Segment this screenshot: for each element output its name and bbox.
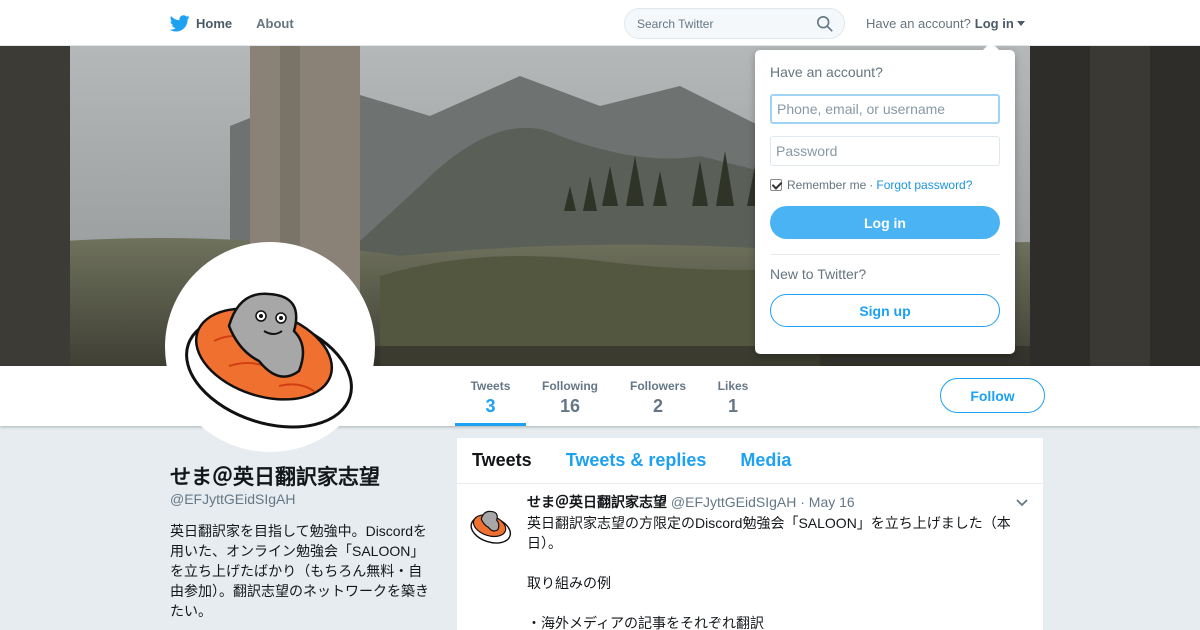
nav-about[interactable]: About [256, 16, 294, 31]
nav-home-label: Home [196, 15, 233, 31]
remember-me-checkbox[interactable] [770, 179, 782, 191]
follow-button[interactable]: Follow [940, 378, 1045, 413]
tweet-date[interactable]: · May 16 [800, 494, 854, 510]
new-to-twitter-text: New to Twitter? [770, 266, 867, 282]
tweet-header: せま＠英日翻訳家志望 @EFJyttGEidSIgAH · May 16 [527, 492, 1028, 512]
stat-followers-label: Followers [629, 379, 686, 393]
profile-name[interactable]: せま＠英日翻訳家志望 [170, 461, 380, 491]
login-dropdown-title: Have an account? [770, 64, 883, 80]
stat-following[interactable]: Following 16 [536, 366, 604, 426]
search-icon[interactable] [816, 15, 834, 33]
tweet-item[interactable]: せま＠英日翻訳家志望 @EFJyttGEidSIgAH · May 16 英日翻… [457, 484, 1043, 630]
username-field[interactable] [770, 94, 1000, 124]
tweet-text: 英日翻訳家志望の方限定のDiscord勉強会「SALOON」を立ち上げました（本… [527, 513, 1017, 630]
tweet-line [527, 553, 1017, 573]
dropdown-divider [770, 254, 1000, 255]
caret-down-icon [1016, 20, 1025, 26]
remember-row: Remember me · Forgot password? [770, 178, 1000, 192]
tweet-avatar[interactable] [467, 500, 515, 548]
stat-following-label: Following [542, 379, 598, 393]
avatar-illustration [185, 292, 353, 429]
tweet-author-handle[interactable]: @EFJyttGEidSIgAH [671, 494, 796, 510]
tweet-line: 取り組みの例 [527, 575, 611, 591]
tab-tweets[interactable]: Tweets [472, 450, 532, 471]
nav-about-label: About [256, 15, 294, 31]
stat-tweets-value: 3 [485, 396, 496, 416]
profile-bio: 英日翻訳家を目指して勉強中。Discordを用いた、オンライン勉強会「SALOO… [170, 523, 429, 619]
tweet-line: 英日翻訳家志望の方限定のDiscord勉強会「SALOON」を立ち上げました（本… [527, 515, 1011, 551]
login-dropdown: Have an account? Remember me · Forgot pa… [755, 42, 1015, 354]
login-link-label: Log in [974, 15, 1014, 31]
profile-handle[interactable]: @EFJyttGEidSIgAH [170, 491, 295, 507]
login-button[interactable]: Log in [770, 206, 1000, 239]
tweet-line: ・海外メディアの記事をそれぞれ翻訳 [527, 615, 765, 630]
stat-following-value: 16 [559, 396, 581, 416]
forgot-password-link[interactable]: Forgot password? [876, 178, 972, 192]
nav-left: Home About [170, 0, 318, 46]
chevron-down-icon[interactable] [1015, 496, 1029, 510]
stat-likes-label: Likes [717, 379, 749, 393]
top-navigation: Home About Have an account? Log in [0, 0, 1200, 46]
login-menu-toggle[interactable]: Log in [975, 16, 1025, 31]
nav-home[interactable]: Home [170, 14, 233, 32]
password-field[interactable] [770, 136, 1000, 166]
account-area: Have an account? Log in [866, 0, 1025, 46]
tweet-avatar-illustration [467, 500, 515, 548]
tweet-author-name[interactable]: せま＠英日翻訳家志望 [527, 494, 667, 510]
have-account-text: Have an account? [866, 15, 971, 31]
dropdown-arrow [983, 42, 999, 50]
twitter-bird-icon [170, 14, 190, 31]
stat-followers-value: 2 [652, 396, 663, 416]
stat-likes-value: 1 [727, 396, 738, 416]
timeline: Tweets Tweets & replies Media せま＠英日翻訳家志望… [456, 437, 1044, 630]
separator-dot: · [869, 178, 874, 192]
timeline-tabs: Tweets Tweets & replies Media [457, 438, 1043, 484]
stat-likes[interactable]: Likes 1 [712, 366, 754, 426]
stat-tweets[interactable]: Tweets 3 [455, 366, 526, 426]
signup-button[interactable]: Sign up [770, 294, 1000, 327]
stat-tweets-label: Tweets [470, 379, 511, 393]
search-box [624, 8, 845, 39]
remember-me-label[interactable]: Remember me [787, 178, 866, 192]
tab-tweets-replies[interactable]: Tweets & replies [566, 450, 707, 471]
search-input[interactable] [625, 9, 805, 38]
tweet-line [527, 593, 1017, 613]
tab-media[interactable]: Media [740, 450, 791, 471]
profile-avatar[interactable] [165, 242, 375, 452]
stat-followers[interactable]: Followers 2 [624, 366, 692, 426]
